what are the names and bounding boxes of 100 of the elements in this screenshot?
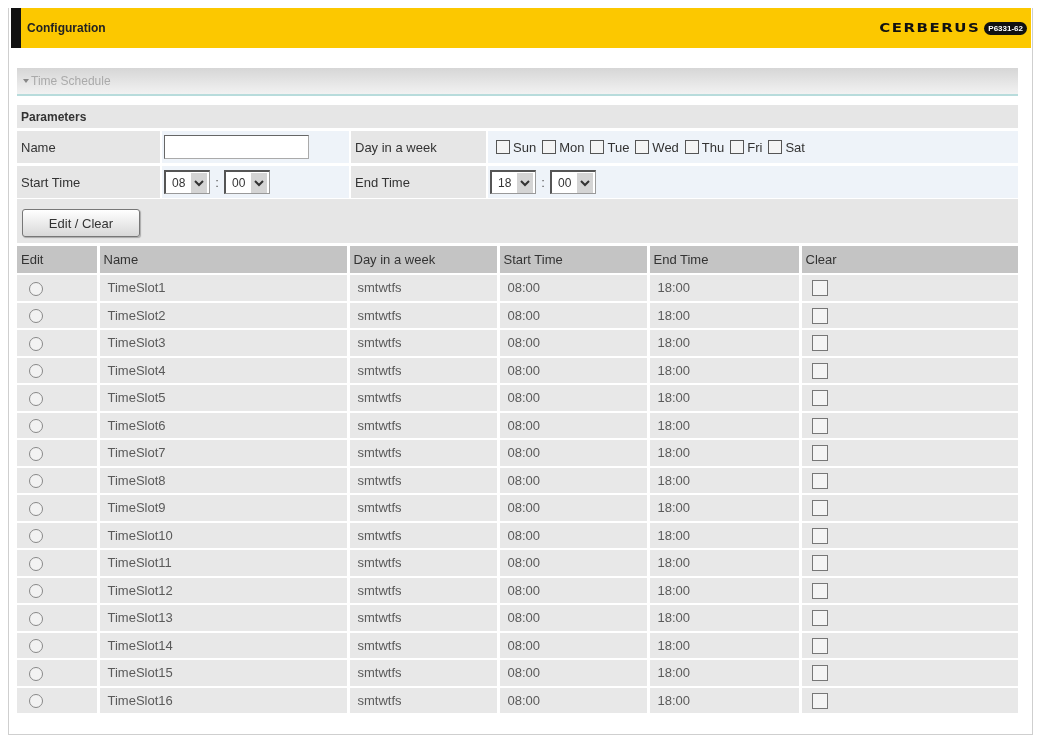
radio-button[interactable] bbox=[29, 474, 43, 489]
table-cell: smtwtfs bbox=[348, 494, 498, 522]
table-cell: smtwtfs bbox=[348, 631, 498, 659]
table-cell: 18:00 bbox=[648, 384, 800, 412]
model-badge: P6331-62 bbox=[984, 21, 1027, 35]
radio-button[interactable] bbox=[29, 611, 43, 626]
radio-button[interactable] bbox=[29, 281, 43, 296]
column-header: Edit bbox=[17, 246, 98, 274]
checkbox[interactable] bbox=[811, 417, 828, 434]
table-cell: 08:00 bbox=[498, 411, 648, 439]
table-cell: 18:00 bbox=[648, 631, 800, 659]
panel-title: Time Schedule bbox=[31, 74, 111, 88]
table-cell: 18:00 bbox=[648, 686, 800, 714]
table-cell: 08:00 bbox=[498, 686, 648, 714]
radio-button[interactable] bbox=[29, 639, 43, 654]
table-cell: smtwtfs bbox=[348, 384, 498, 412]
table-cell: 18:00 bbox=[648, 329, 800, 357]
checkbox[interactable] bbox=[590, 140, 605, 154]
table-cell: 08:00 bbox=[498, 631, 648, 659]
table-cell: 08:00 bbox=[498, 576, 648, 604]
table-cell: 08:00 bbox=[498, 274, 648, 302]
checkbox[interactable] bbox=[811, 472, 828, 489]
chevron-down-icon bbox=[577, 172, 594, 193]
radio-button[interactable] bbox=[29, 364, 43, 379]
table-cell: TimeSlot10 bbox=[98, 521, 348, 549]
checkbox[interactable] bbox=[811, 307, 828, 324]
table-cell: smtwtfs bbox=[348, 549, 498, 577]
table-cell: smtwtfs bbox=[348, 301, 498, 329]
table-cell: 18:00 bbox=[648, 494, 800, 522]
checkbox[interactable] bbox=[811, 362, 828, 379]
checkbox[interactable] bbox=[811, 665, 828, 682]
table-cell: 18:00 bbox=[648, 604, 800, 632]
chevron-down-icon bbox=[517, 172, 534, 193]
table-cell: smtwtfs bbox=[348, 466, 498, 494]
table-cell: TimeSlot7 bbox=[98, 439, 348, 467]
table-cell: 08:00 bbox=[498, 521, 648, 549]
table-cell: 18:00 bbox=[648, 576, 800, 604]
radio-button[interactable] bbox=[29, 556, 43, 571]
checkbox[interactable] bbox=[811, 280, 828, 297]
checkbox[interactable] bbox=[811, 445, 828, 462]
table-cell: 08:00 bbox=[498, 494, 648, 522]
checkbox[interactable] bbox=[635, 140, 650, 154]
checkbox[interactable] bbox=[730, 140, 745, 154]
radio-button[interactable] bbox=[29, 694, 43, 709]
field-label: Name bbox=[21, 139, 56, 155]
checkbox[interactable] bbox=[811, 390, 828, 407]
table-cell: 18:00 bbox=[648, 411, 800, 439]
radio-button[interactable] bbox=[29, 309, 43, 324]
table-cell: smtwtfs bbox=[348, 356, 498, 384]
table-cell: 18:00 bbox=[648, 301, 800, 329]
radio-button[interactable] bbox=[29, 336, 43, 351]
table-cell: smtwtfs bbox=[348, 521, 498, 549]
chevron-down-icon bbox=[251, 172, 268, 193]
checkbox[interactable] bbox=[811, 500, 828, 517]
radio-button[interactable] bbox=[29, 419, 43, 434]
hour-select[interactable]: 08 bbox=[164, 170, 211, 194]
table-cell: smtwtfs bbox=[348, 274, 498, 302]
checkbox[interactable] bbox=[811, 582, 828, 599]
minute-select[interactable]: 00 bbox=[224, 170, 271, 194]
table-cell: TimeSlot6 bbox=[98, 411, 348, 439]
day-label: Tue bbox=[607, 139, 630, 155]
edit-clear-button[interactable]: Edit / Clear bbox=[22, 209, 140, 237]
checkbox[interactable] bbox=[496, 140, 510, 154]
day-label: Wed bbox=[652, 139, 679, 155]
column-header: Day in a week bbox=[348, 246, 498, 274]
checkbox[interactable] bbox=[811, 335, 828, 352]
table-cell: smtwtfs bbox=[348, 576, 498, 604]
column-header: Clear bbox=[800, 246, 1018, 274]
checkbox[interactable] bbox=[684, 140, 699, 154]
radio-button[interactable] bbox=[29, 391, 43, 406]
checkbox[interactable] bbox=[542, 140, 557, 154]
checkbox[interactable] bbox=[811, 637, 828, 654]
table-cell: smtwtfs bbox=[348, 411, 498, 439]
name-input[interactable] bbox=[164, 135, 309, 159]
radio-button[interactable] bbox=[29, 501, 43, 516]
field-label: Start Time bbox=[21, 174, 81, 190]
checkbox[interactable] bbox=[811, 692, 828, 709]
checkbox[interactable] bbox=[768, 140, 783, 154]
column-header: End Time bbox=[648, 246, 800, 274]
table-cell: smtwtfs bbox=[348, 686, 498, 714]
hour-select[interactable]: 18 bbox=[490, 170, 537, 194]
table-cell: smtwtfs bbox=[348, 604, 498, 632]
field-label: Day in a week bbox=[355, 139, 437, 155]
table-cell: 18:00 bbox=[648, 549, 800, 577]
table-cell: 18:00 bbox=[648, 439, 800, 467]
table-cell: 18:00 bbox=[648, 659, 800, 687]
radio-button[interactable] bbox=[29, 666, 43, 681]
table-cell: 18:00 bbox=[648, 356, 800, 384]
radio-button[interactable] bbox=[29, 446, 43, 461]
radio-button[interactable] bbox=[29, 584, 43, 599]
table-cell: TimeSlot5 bbox=[98, 384, 348, 412]
radio-button[interactable] bbox=[29, 529, 43, 544]
table-cell: 08:00 bbox=[498, 384, 648, 412]
time-separator: : bbox=[541, 174, 545, 190]
table-cell: TimeSlot9 bbox=[98, 494, 348, 522]
checkbox[interactable] bbox=[811, 610, 828, 627]
checkbox[interactable] bbox=[811, 555, 828, 572]
checkbox[interactable] bbox=[811, 527, 828, 544]
table-cell: TimeSlot2 bbox=[98, 301, 348, 329]
minute-select[interactable]: 00 bbox=[550, 170, 597, 194]
